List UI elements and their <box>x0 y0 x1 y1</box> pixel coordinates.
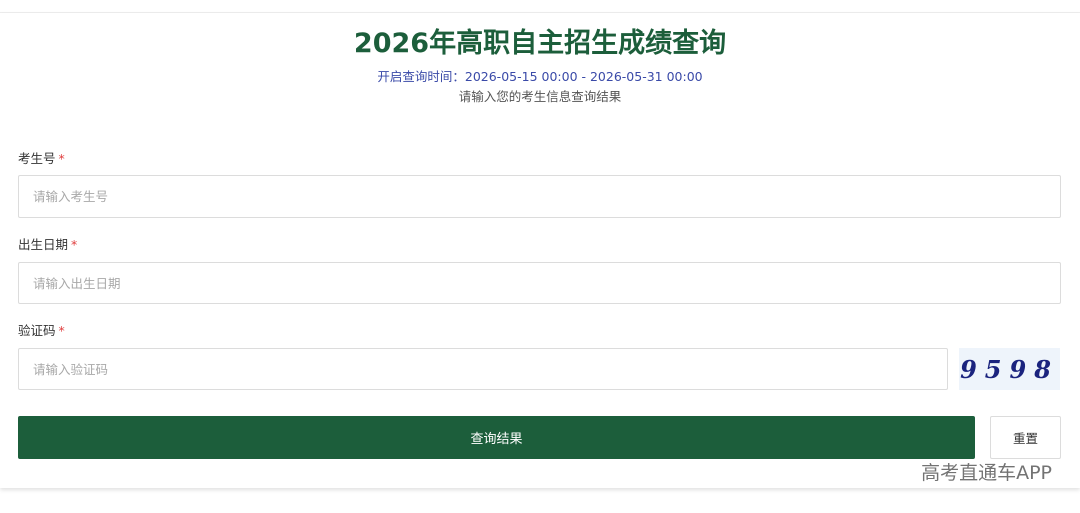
query-hint: 请输入您的考生信息查询结果 <box>458 89 622 104</box>
watermark: 高考直通车APP <box>921 462 1052 484</box>
captcha-input[interactable] <box>18 348 948 390</box>
captcha-label: 验证码 * <box>18 323 65 339</box>
page-title: 2026年高职自主招生成绩查询 <box>353 28 727 59</box>
birth-date-input[interactable] <box>18 262 1061 304</box>
birth-date-label-text: 出生日期 <box>18 237 69 252</box>
required-mark: * <box>58 323 65 338</box>
required-mark: * <box>58 151 65 166</box>
birth-date-label: 出生日期 * <box>18 237 77 253</box>
captcha-code: 9598 <box>960 354 1059 384</box>
exam-number-label: 考生号 * <box>18 151 65 167</box>
exam-number-label-text: 考生号 <box>18 151 56 166</box>
required-mark: * <box>71 237 78 252</box>
query-time-label: 开启查询时间： <box>377 69 465 84</box>
query-time-range: 2026-05-15 00:00 - 2026-05-31 00:00 <box>464 69 703 84</box>
query-result-button[interactable]: 查询结果 <box>18 416 975 459</box>
captcha-label-text: 验证码 <box>18 323 56 338</box>
captcha-image[interactable]: 9598 <box>959 348 1060 390</box>
query-time: 开启查询时间：2026-05-15 00:00 - 2026-05-31 00:… <box>0 69 1080 85</box>
reset-button[interactable]: 重置 <box>990 416 1061 459</box>
page: 2026年高职自主招生成绩查询 开启查询时间：2026-05-15 00:00 … <box>0 0 1080 513</box>
exam-number-input[interactable] <box>18 175 1061 218</box>
